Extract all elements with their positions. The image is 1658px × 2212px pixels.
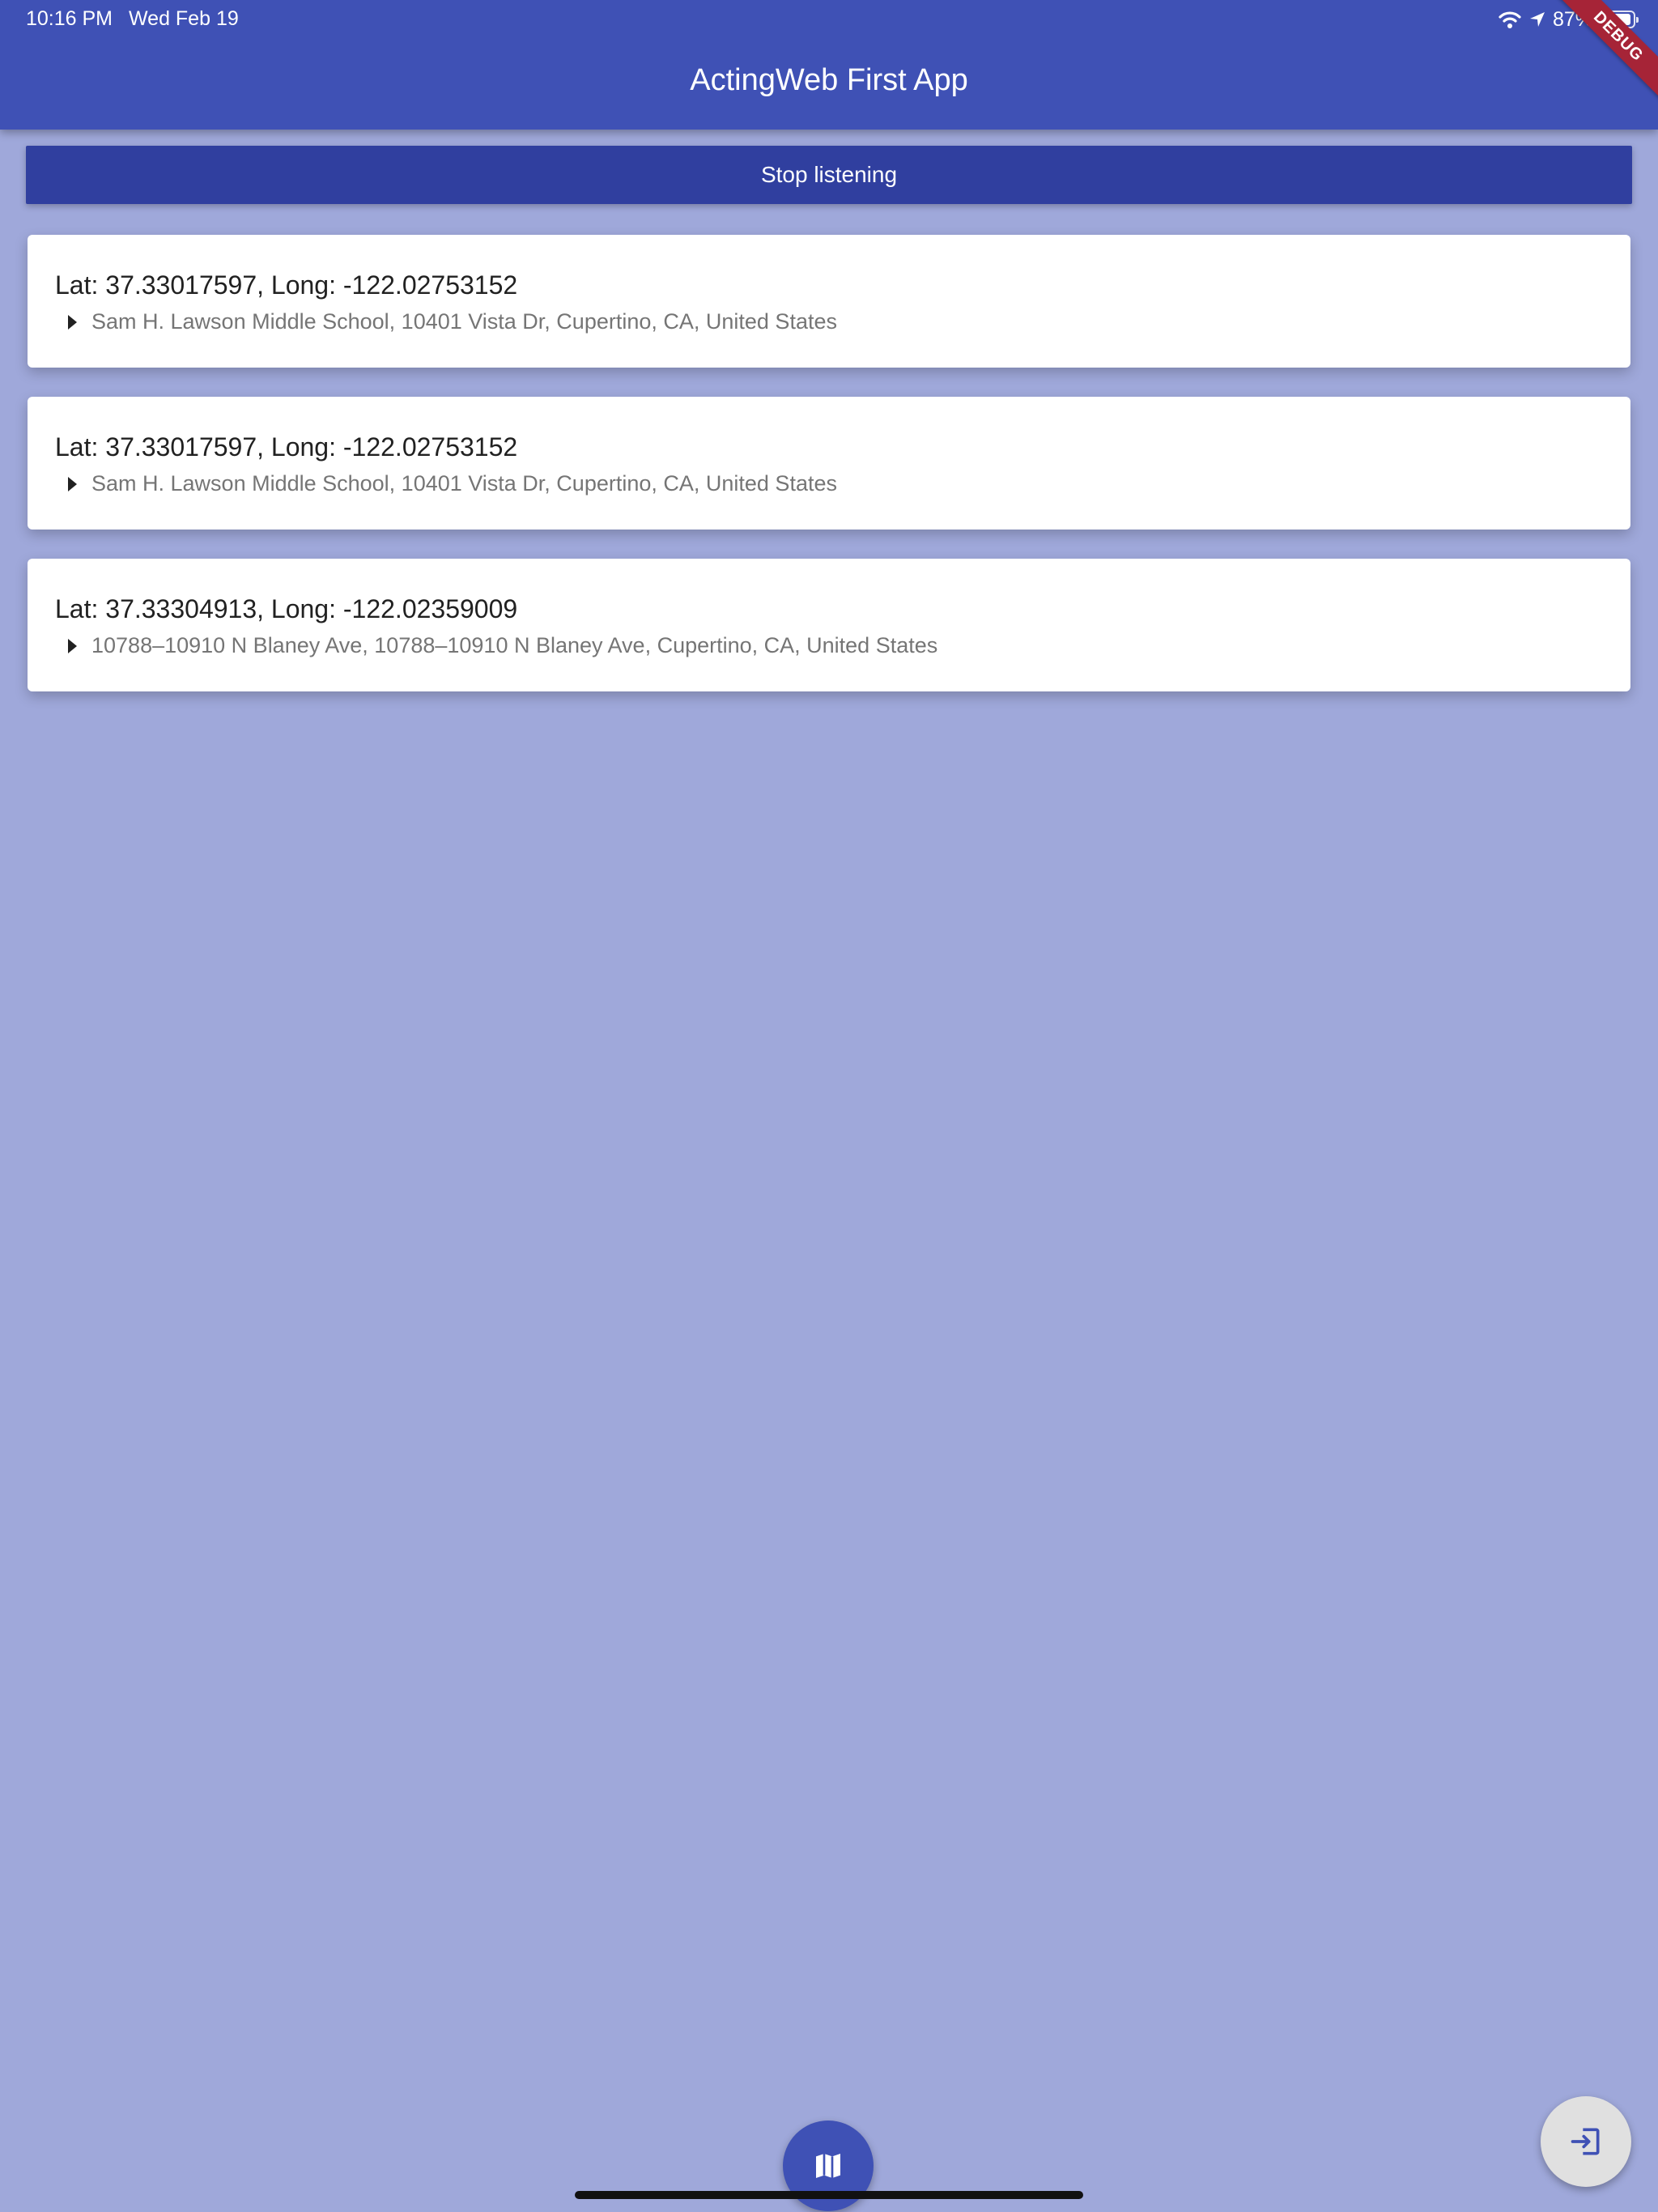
location-card[interactable]: Lat: 37.33304913, Long: -122.02359009 10… xyxy=(28,559,1630,691)
location-address: Sam H. Lawson Middle School, 10401 Vista… xyxy=(91,309,837,334)
location-address: Sam H. Lawson Middle School, 10401 Vista… xyxy=(91,471,837,496)
location-coordinates: Lat: 37.33017597, Long: -122.02753152 xyxy=(55,270,518,300)
caret-right-icon xyxy=(68,314,77,330)
exit-button[interactable] xyxy=(1541,2096,1631,2187)
location-card[interactable]: Lat: 37.33017597, Long: -122.02753152 Sa… xyxy=(28,235,1630,368)
home-indicator xyxy=(575,2191,1083,2199)
wifi-icon xyxy=(1499,11,1521,28)
location-address-row: 10788–10910 N Blaney Ave, 10788–10910 N … xyxy=(68,633,937,658)
location-address: 10788–10910 N Blaney Ave, 10788–10910 N … xyxy=(91,633,938,657)
app-bar: 10:16 PM Wed Feb 19 87% ActingWeb First A… xyxy=(0,0,1658,130)
caret-right-icon xyxy=(68,638,77,653)
location-address-row: Sam H. Lawson Middle School, 10401 Vista… xyxy=(68,309,837,334)
exit-to-app-icon xyxy=(1571,2128,1600,2155)
caret-right-icon xyxy=(68,476,77,491)
status-date: Wed Feb 19 xyxy=(129,7,239,30)
status-time: 10:16 PM xyxy=(26,7,113,30)
status-bar-left: 10:16 PM Wed Feb 19 xyxy=(26,7,239,31)
location-coordinates: Lat: 37.33304913, Long: -122.02359009 xyxy=(55,594,518,623)
app-title: ActingWeb First App xyxy=(690,63,968,97)
location-address-row: Sam H. Lawson Middle School, 10401 Vista… xyxy=(68,471,837,496)
stop-listening-button[interactable]: Stop listening xyxy=(26,146,1632,204)
location-card[interactable]: Lat: 37.33017597, Long: -122.02753152 Sa… xyxy=(28,397,1630,530)
location-coordinates: Lat: 37.33017597, Long: -122.02753152 xyxy=(55,432,518,462)
map-icon xyxy=(816,2154,840,2178)
location-arrow-icon xyxy=(1529,12,1545,27)
